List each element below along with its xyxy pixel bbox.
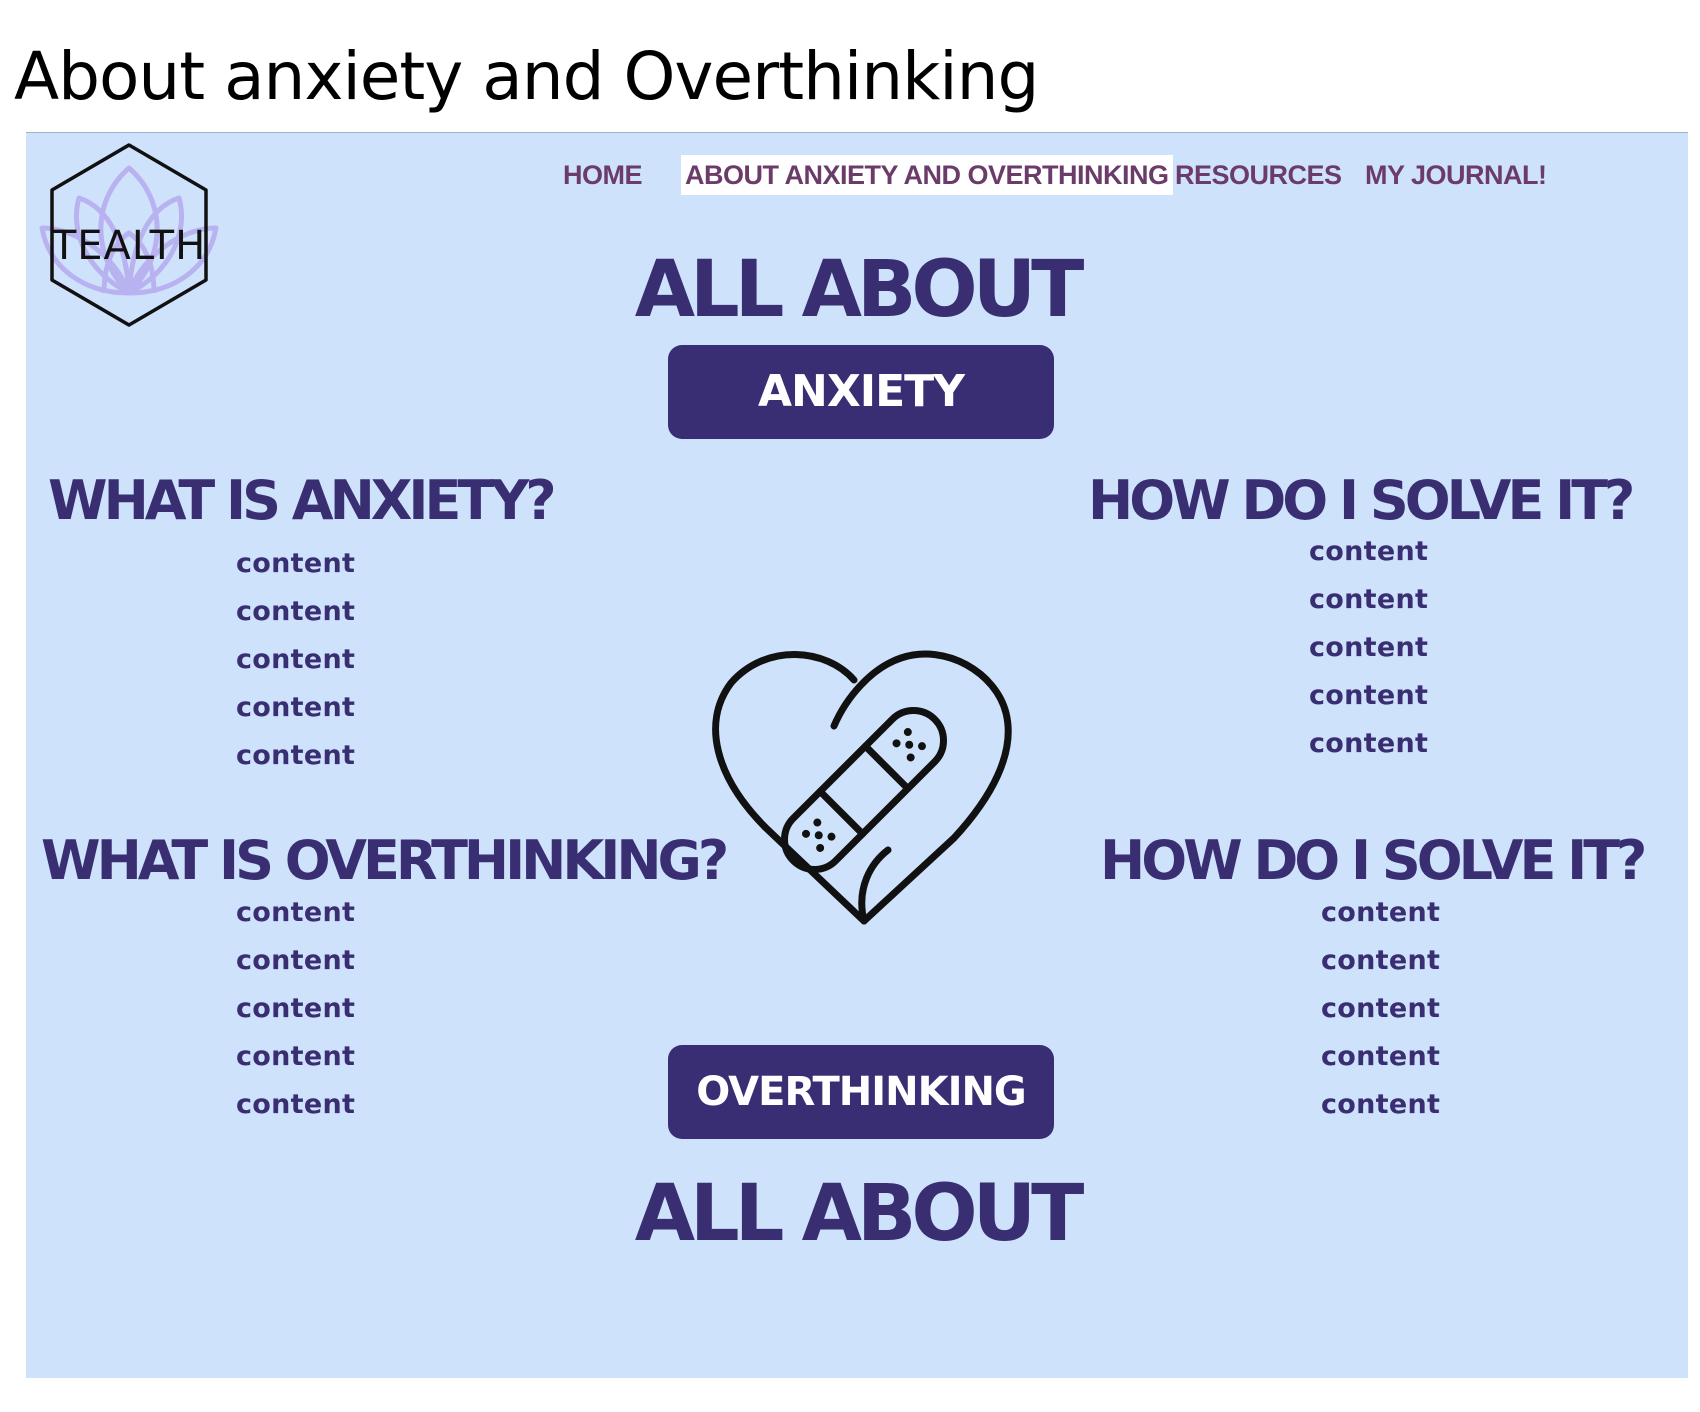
list-item: content <box>1309 680 1429 711</box>
overthinking-solve-heading: HOW DO I SOLVE IT? <box>1100 829 1647 892</box>
all-about-heading-top: ALL ABOUT <box>634 245 1085 335</box>
list-item: content <box>236 897 356 928</box>
anxiety-button[interactable]: ANXIETY <box>668 345 1054 439</box>
list-item: content <box>236 993 356 1024</box>
list-item: content <box>1309 584 1429 615</box>
main-nav: HOME ABOUT ANXIETY AND OVERTHINKING RESO… <box>26 155 1688 195</box>
overthinking-content-list: content content content content content <box>236 889 355 1129</box>
overthinking-button[interactable]: OVERTHINKING <box>668 1045 1054 1139</box>
overthinking-solve-list: content content content content content <box>1321 889 1440 1129</box>
list-item: content <box>236 644 356 675</box>
list-item: content <box>236 548 356 579</box>
list-item: content <box>1321 993 1441 1024</box>
list-item: content <box>1309 632 1429 663</box>
list-item: content <box>1321 897 1441 928</box>
list-item: content <box>236 945 356 976</box>
list-item: content <box>236 1041 356 1072</box>
list-item: content <box>1321 945 1441 976</box>
list-item: content <box>236 596 356 627</box>
anxiety-content-list: content content content content content <box>236 540 355 780</box>
list-item: content <box>1309 728 1429 759</box>
list-item: content <box>1309 536 1429 567</box>
heart-bandage-icon <box>712 650 1012 925</box>
nav-about-anxiety-overthinking[interactable]: ABOUT ANXIETY AND OVERTHINKING <box>681 155 1173 195</box>
list-item: content <box>236 692 356 723</box>
nav-home[interactable]: HOME <box>563 155 643 195</box>
all-about-heading-bottom: ALL ABOUT <box>634 1169 1085 1259</box>
list-item: content <box>236 1089 356 1120</box>
list-item: content <box>1321 1089 1441 1120</box>
slide-title: About anxiety and Overthinking <box>14 38 1039 115</box>
what-is-anxiety-heading: WHAT IS ANXIETY? <box>48 469 557 532</box>
anxiety-solve-heading: HOW DO I SOLVE IT? <box>1088 469 1635 532</box>
list-item: content <box>236 740 356 771</box>
anxiety-solve-list: content content content content content <box>1309 528 1428 768</box>
list-item: content <box>1321 1041 1441 1072</box>
website-mockup: TEALTH HOME ABOUT ANXIETY AND OVERTHINKI… <box>26 132 1688 1378</box>
nav-resources[interactable]: RESOURCES <box>1175 155 1342 195</box>
nav-my-journal[interactable]: MY JOURNAL! <box>1365 155 1547 195</box>
what-is-overthinking-heading: WHAT IS OVERTHINKING? <box>41 829 729 892</box>
